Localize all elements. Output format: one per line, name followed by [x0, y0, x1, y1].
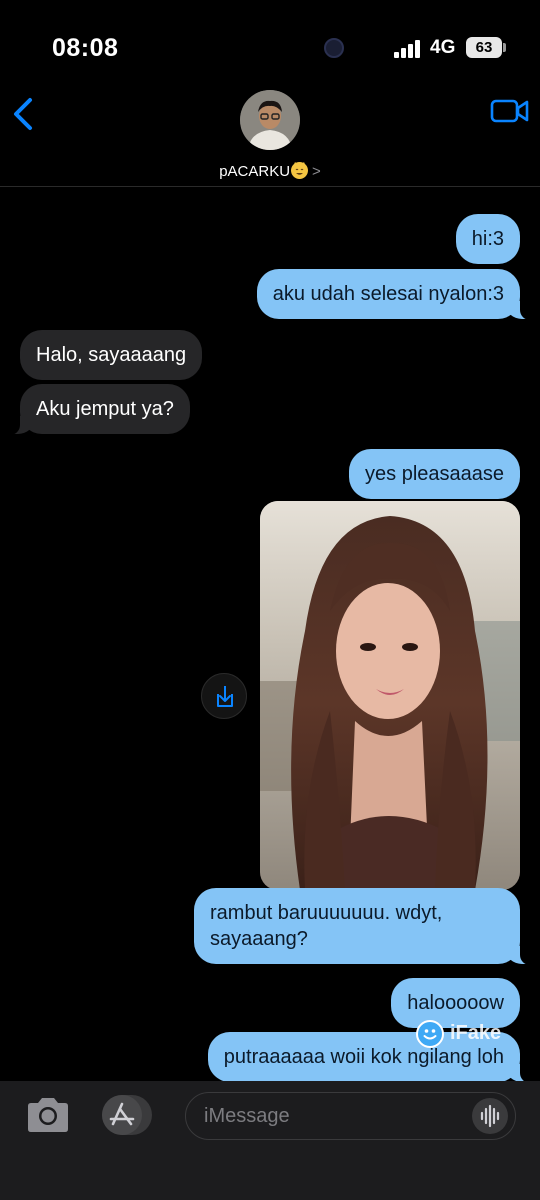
compose-bar [0, 1081, 540, 1200]
message-text: putraaaaaa woii kok ngilang loh [223, 1046, 504, 1068]
message-text: aku udah selesai nyalon:3 [272, 283, 504, 305]
sent-message-bubble[interactable]: aku udah selesai nyalon:3 [256, 269, 533, 320]
video-camera-icon[interactable] [490, 98, 530, 124]
ifake-watermark: iFake [416, 1020, 526, 1048]
contact-name-row[interactable]: pACARKU > [0, 162, 540, 180]
camera-icon [28, 1098, 68, 1132]
ifake-logo-icon [416, 1020, 444, 1048]
chevron-right-icon: > [312, 163, 321, 180]
network-type: 4G [430, 37, 456, 58]
cellular-signal-icon [394, 40, 424, 58]
imessage-input[interactable] [185, 1092, 516, 1140]
contact-name: pACARKU [219, 163, 291, 180]
sent-message-bubble[interactable]: rambut baruuuuuuu. wdyt, sayaaang? [194, 888, 532, 965]
app-store-button[interactable] [102, 1095, 152, 1135]
photo-attachment[interactable] [260, 501, 520, 890]
message-text: rambut baruuuuuuu. wdyt, sayaaang? [210, 902, 443, 950]
message-list[interactable]: hi:3 aku udah selesai nyalon:3 Halo, say… [0, 188, 540, 1081]
smiling-cat-emoji-icon [291, 162, 309, 179]
received-message-bubble[interactable]: Aku jemput ya? [8, 384, 190, 435]
face-id-indicator-icon [324, 38, 344, 58]
save-photo-button[interactable] [201, 673, 247, 719]
waveform-icon [480, 1104, 500, 1128]
share-download-icon [217, 686, 233, 707]
battery-tip [503, 43, 506, 52]
audio-message-button[interactable] [472, 1098, 508, 1134]
sent-message-bubble[interactable]: hi:3 [455, 214, 520, 264]
watermark-text: iFake [450, 1022, 502, 1044]
status-bar: 08:08 4G 63 [0, 0, 540, 90]
conversation-header: pACARKU > [0, 90, 540, 187]
status-time: 08:08 [52, 34, 119, 62]
contact-avatar[interactable] [240, 90, 300, 150]
app-store-icon [102, 1095, 142, 1135]
back-chevron-icon[interactable] [8, 94, 38, 134]
camera-button[interactable] [24, 1095, 72, 1135]
sent-message-bubble[interactable]: yes pleasaaase [349, 449, 520, 499]
message-text: Aku jemput ya? [36, 398, 174, 420]
battery-level: 63 [466, 37, 502, 58]
received-message-bubble[interactable]: Halo, sayaaaang [20, 330, 203, 380]
